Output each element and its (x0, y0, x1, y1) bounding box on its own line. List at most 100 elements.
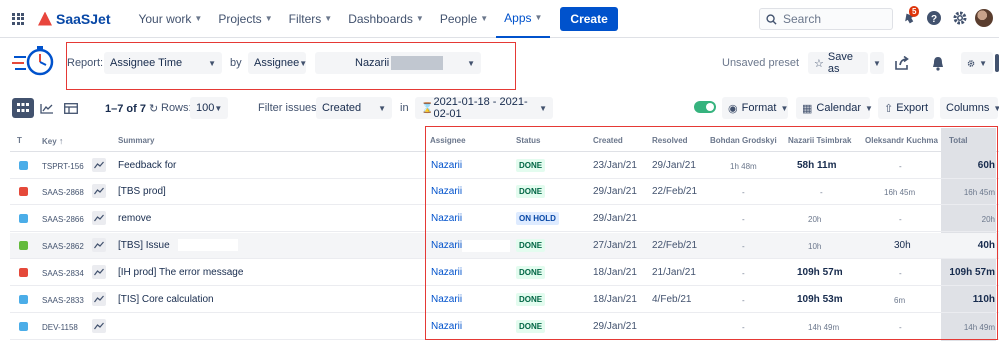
issue-key[interactable]: TSPRT-156 (42, 162, 84, 171)
nav-item-dashboards[interactable]: Dashboards ▼ (340, 0, 432, 38)
issue-key[interactable]: SAAS-2866 (42, 215, 84, 224)
chevron-down-icon: ▼ (865, 103, 873, 113)
gear-icon (967, 59, 975, 67)
search-icon (766, 13, 777, 25)
trend-icon (94, 268, 104, 276)
issue-summary[interactable]: Feedback for (118, 160, 176, 171)
save-as-dropdown-button[interactable]: ▼ (870, 52, 884, 74)
issue-summary[interactable]: remove (118, 213, 151, 224)
chevron-down-icon: ▼ (993, 103, 999, 113)
redacted-assignee (462, 240, 510, 252)
saasjet-logo[interactable]: SaaSJet (38, 11, 110, 27)
report-settings-button[interactable]: ▼ (961, 52, 993, 74)
hourglass-icon: ⌛ (421, 102, 434, 114)
issue-chart-button[interactable] (92, 184, 106, 198)
report-label: Report: (67, 57, 104, 69)
brand-name: SaaSJet (56, 10, 111, 27)
trend-icon (94, 322, 104, 330)
share-icon[interactable] (893, 54, 911, 72)
issue-type-task-icon (19, 322, 28, 331)
calendar-button[interactable]: ▦ Calendar ▼ (796, 97, 873, 119)
columns-button[interactable]: Columns ▼ (940, 97, 999, 119)
chevron-down-icon: ▼ (299, 58, 308, 68)
in-label: in (400, 102, 409, 114)
layout-icon (64, 102, 78, 114)
issue-key[interactable]: SAAS-2868 (42, 188, 84, 197)
eye-icon: ◉ (728, 102, 738, 115)
nav-item-projects[interactable]: Projects ▼ (210, 0, 280, 38)
assignee-select[interactable]: Nazarii ▼ (315, 52, 481, 74)
chevron-down-icon: ▼ (539, 103, 547, 113)
line-chart-icon (40, 103, 53, 114)
issue-key[interactable]: SAAS-2833 (42, 296, 84, 305)
issue-chart-button[interactable] (92, 319, 106, 333)
logo-mark-icon (38, 11, 52, 26)
chevron-down-icon: ▼ (214, 103, 223, 113)
nav-item-filters[interactable]: Filters ▼ (281, 0, 341, 38)
issue-chart-button[interactable] (92, 265, 106, 279)
panel-view-button[interactable] (60, 98, 82, 118)
scroll-handle[interactable] (995, 54, 999, 72)
results-highlight (425, 126, 998, 340)
issue-type-task-icon (19, 214, 28, 223)
sort-asc-icon: ↑ (58, 136, 64, 146)
chevron-down-icon: ▼ (780, 103, 789, 113)
issue-chart-button[interactable] (92, 238, 106, 252)
chart-view-button[interactable] (36, 98, 58, 118)
unsaved-preset-label: Unsaved preset (722, 57, 800, 69)
issue-type-task-icon (19, 295, 28, 304)
chevron-down-icon: ▼ (873, 58, 881, 68)
nav-item-people[interactable]: People ▼ (432, 0, 496, 38)
save-as-button[interactable]: ☆ Save as (808, 51, 868, 75)
chevron-down-icon: ▼ (324, 14, 333, 23)
star-icon: ☆ (814, 57, 824, 70)
issue-type-task-icon (19, 161, 28, 170)
rows-per-page-select[interactable]: 100 ▼ (190, 97, 228, 119)
export-button[interactable]: ⇧ Export (878, 97, 934, 119)
issue-summary[interactable]: [TBS] Issue (118, 240, 170, 251)
bell-icon[interactable] (929, 54, 947, 72)
filter-field-select[interactable]: Created ▼ (316, 97, 392, 119)
issue-summary[interactable]: [TBS prod] (118, 186, 166, 197)
chevron-down-icon: ▼ (467, 58, 475, 68)
chevron-down-icon: ▼ (378, 103, 386, 113)
search-input[interactable]: Search (759, 8, 893, 30)
result-count: 1–7 of 7 ↻ (105, 103, 159, 115)
nav-item-apps[interactable]: Apps ▼ (496, 0, 551, 38)
header-type[interactable]: T (17, 136, 22, 145)
user-avatar[interactable] (975, 9, 993, 27)
issue-chart-button[interactable] (92, 292, 106, 306)
date-range-select[interactable]: ⌛ 2021-01-18 - 2021-02-01 ▼ (415, 96, 553, 120)
issue-key[interactable]: SAAS-2862 (42, 242, 84, 251)
chevron-down-icon: ▼ (534, 13, 543, 22)
grid-view-icon (17, 103, 29, 112)
redacted-summary (178, 239, 238, 251)
toggle-switch[interactable] (694, 101, 716, 113)
format-button[interactable]: ◉ Format ▼ (722, 97, 788, 119)
assignee-select-value: Nazarii (355, 56, 390, 69)
redacted-block (391, 56, 444, 70)
issue-chart-button[interactable] (92, 211, 106, 225)
nav-menu: Your work ▼ Projects ▼ Filters ▼ Dashboards… (130, 0, 551, 38)
issue-key[interactable]: SAAS-2834 (42, 269, 84, 278)
calendar-icon: ▦ (802, 102, 813, 115)
group-by-select[interactable]: Assignee ▼ (248, 52, 308, 74)
nav-item-your-work[interactable]: Your work ▼ (130, 0, 210, 38)
export-icon: ⇧ (884, 102, 894, 115)
issue-type-story-icon (19, 241, 28, 250)
settings-gear-icon[interactable] (951, 9, 969, 27)
header-key[interactable]: Key ↑ (42, 136, 63, 146)
help-icon[interactable]: ? (925, 9, 943, 27)
table-view-button[interactable] (12, 98, 34, 118)
issue-summary[interactable]: [TIS] Core calculation (118, 294, 214, 305)
app-switcher-icon[interactable] (12, 12, 24, 25)
issue-summary[interactable]: [IH prod] The error message (118, 267, 243, 278)
issue-key[interactable]: DEV-1158 (42, 323, 78, 332)
header-summary[interactable]: Summary (118, 136, 154, 145)
refresh-icon[interactable]: ↻ (149, 103, 158, 115)
issue-chart-button[interactable] (92, 158, 106, 172)
chevron-down-icon: ▼ (208, 58, 216, 68)
create-button[interactable]: Create (560, 6, 618, 31)
report-type-select[interactable]: Assignee Time ▼ (104, 52, 222, 74)
svg-text:?: ? (931, 14, 937, 25)
